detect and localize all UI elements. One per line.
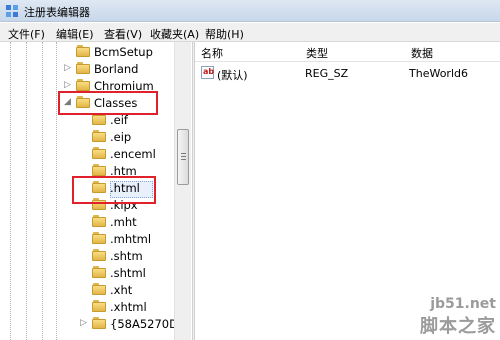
- tree-node-label: .shtml: [110, 266, 146, 280]
- tree-node[interactable]: .mhtml: [0, 230, 172, 247]
- folder-icon: [92, 300, 106, 312]
- tree-node[interactable]: .shtm: [0, 247, 172, 264]
- tree-node[interactable]: .xht: [0, 281, 172, 298]
- expand-arrow-icon[interactable]: ▷: [80, 318, 87, 328]
- folder-icon: [76, 45, 90, 57]
- tree-node-label: .eip: [110, 130, 132, 144]
- expand-arrow-icon[interactable]: ▷: [64, 80, 71, 90]
- watermark-name: 脚本之家: [420, 316, 496, 337]
- folder-icon: [92, 249, 106, 261]
- menu-bar: 文件(F) 编辑(E) 查看(V) 收藏夹(A) 帮助(H): [0, 23, 500, 42]
- thumb-grip: [181, 153, 186, 154]
- menu-file[interactable]: 文件(F): [8, 26, 45, 42]
- tree-node[interactable]: .eip: [0, 128, 172, 145]
- expand-arrow-icon[interactable]: ▷: [64, 63, 71, 73]
- tree-node[interactable]: .enceml: [0, 145, 172, 162]
- highlight-box-classes: [58, 91, 158, 115]
- menu-help[interactable]: 帮助(H): [205, 26, 244, 42]
- tree-node-label: .shtm: [110, 249, 143, 263]
- tree-node-label: .xht: [110, 283, 133, 297]
- tree-node[interactable]: .shtml: [0, 264, 172, 281]
- folder-icon: [92, 266, 106, 278]
- folder-icon: [92, 130, 106, 142]
- tree-node-label: .xhtml: [110, 300, 147, 314]
- tree-node-label: BcmSetup: [94, 45, 153, 59]
- value-type: REG_SZ: [305, 67, 349, 80]
- value-data: TheWorld6: [409, 67, 468, 80]
- scrollbar-thumb[interactable]: [177, 129, 189, 185]
- folder-icon: [92, 317, 106, 329]
- regedit-app-icon: [6, 5, 18, 17]
- tree-node-label: .enceml: [110, 147, 156, 161]
- thumb-grip: [181, 156, 186, 157]
- folder-icon: [92, 147, 106, 159]
- value-name: (默认): [217, 69, 248, 82]
- menu-favorites[interactable]: 收藏夹(A): [150, 26, 199, 42]
- tree-node-label: Borland: [94, 62, 139, 76]
- menu-view[interactable]: 查看(V): [104, 26, 142, 42]
- value-row[interactable]: ab (默认) REG_SZ TheWorld6: [195, 64, 500, 82]
- tree-node[interactable]: .mht: [0, 213, 172, 230]
- folder-icon: [92, 232, 106, 244]
- tree-node[interactable]: ▷ Borland: [0, 60, 172, 77]
- string-value-icon: ab: [201, 66, 214, 79]
- folder-icon: [92, 164, 106, 176]
- title-bar: 注册表编辑器: [0, 0, 500, 22]
- column-header-type[interactable]: 类型: [300, 42, 405, 62]
- watermark: jb51.net 脚本之家: [420, 296, 496, 338]
- folder-icon: [92, 215, 106, 227]
- folder-icon: [76, 79, 90, 91]
- tree-node-label: .mht: [110, 215, 137, 229]
- tree-scrollbar[interactable]: [174, 42, 191, 340]
- column-header-data[interactable]: 数据: [405, 42, 500, 62]
- folder-icon: [92, 283, 106, 295]
- folder-icon: [76, 62, 90, 74]
- tree-node[interactable]: BcmSetup: [0, 43, 172, 60]
- tree-node[interactable]: .xhtml: [0, 298, 172, 315]
- tree-node[interactable]: ▷ {58A5270D-7: [0, 315, 189, 332]
- tree-node-label: .eif: [110, 113, 128, 127]
- highlight-box-html: [72, 176, 156, 204]
- watermark-domain: jb51.net: [430, 296, 496, 312]
- menu-edit[interactable]: 编辑(E): [56, 26, 94, 42]
- window-title: 注册表编辑器: [24, 6, 90, 19]
- column-header-name[interactable]: 名称: [195, 42, 300, 62]
- tree-node-label: .mhtml: [110, 232, 152, 246]
- thumb-grip: [181, 159, 186, 160]
